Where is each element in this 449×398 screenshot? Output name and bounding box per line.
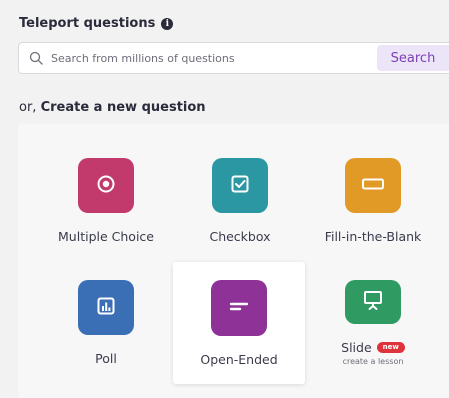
create-heading-prefix: or, <box>19 100 41 115</box>
question-type-poll[interactable]: Poll <box>40 246 172 366</box>
question-type-multiple-choice[interactable]: Multiple Choice <box>40 124 172 244</box>
slide-sublabel: create a lesson <box>342 357 404 366</box>
multiple-choice-label: Multiple Choice <box>58 229 154 244</box>
question-type-open-ended[interactable]: Open-Ended <box>173 262 305 384</box>
question-type-fill-in-the-blank[interactable]: Fill-in-the-Blank <box>307 124 439 244</box>
create-heading-title: Create a new question <box>40 100 206 115</box>
info-icon[interactable]: i <box>161 17 174 30</box>
search-input[interactable] <box>51 43 377 73</box>
open-ended-label: Open-Ended <box>200 352 278 367</box>
search-icon <box>21 43 51 73</box>
poll-tile <box>78 280 134 335</box>
search-button[interactable]: Search <box>377 45 449 71</box>
create-heading: or, Create a new question <box>19 100 206 115</box>
open-ended-tile <box>211 280 267 336</box>
multiple-choice-tile <box>78 158 134 213</box>
bar-chart-icon <box>95 295 117 321</box>
poll-label: Poll <box>95 351 117 366</box>
slide-label-row: Slide new <box>341 340 405 355</box>
question-type-panel: Multiple Choice Checkbox Fill-in-the-Bla… <box>18 124 449 398</box>
search-bar: Search <box>18 42 449 74</box>
text-lines-icon <box>227 295 251 321</box>
slide-label: Slide <box>341 340 372 355</box>
teleport-header: Teleport questions i <box>19 16 174 31</box>
teleport-title: Teleport questions <box>19 16 156 31</box>
presentation-icon <box>361 288 385 316</box>
question-type-checkbox[interactable]: Checkbox <box>174 124 306 244</box>
fill-in-the-blank-label: Fill-in-the-Blank <box>324 229 422 244</box>
slide-tile <box>345 280 401 324</box>
radio-icon <box>95 173 117 199</box>
question-type-slide[interactable]: Slide new create a lesson <box>307 246 439 366</box>
fill-in-the-blank-tile <box>345 158 401 213</box>
checkbox-icon <box>229 173 251 199</box>
blank-box-icon <box>360 173 386 199</box>
new-badge: new <box>376 342 405 353</box>
checkbox-tile <box>212 158 268 213</box>
checkbox-label: Checkbox <box>209 229 271 244</box>
